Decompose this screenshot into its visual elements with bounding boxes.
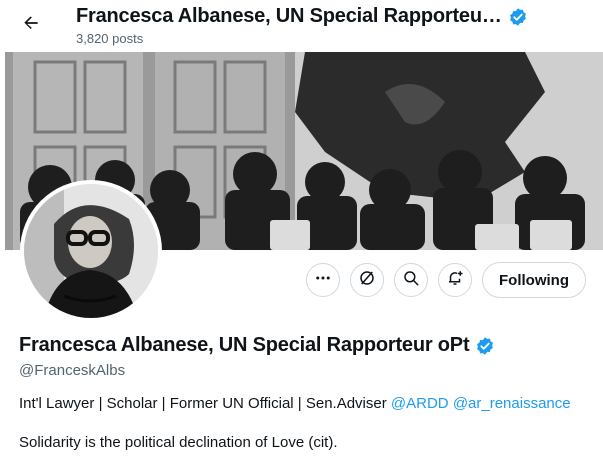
user-handle: @FranceskAlbs — [19, 362, 126, 379]
back-button[interactable] — [14, 8, 48, 42]
bio-text: Int'l Lawyer | Scholar | Former UN Offic… — [19, 395, 387, 412]
display-name: Francesca Albanese, UN Special Rapporteu… — [19, 334, 470, 356]
search-button[interactable] — [394, 263, 428, 297]
grok-button[interactable] — [350, 263, 384, 297]
avatar[interactable] — [20, 180, 162, 322]
post-count: 3,820 posts — [76, 31, 144, 46]
avatar-photo — [24, 184, 158, 318]
profile-header: Francesca Albanese, UN Special Rapporteu… — [0, 0, 603, 52]
more-button[interactable] — [306, 263, 340, 297]
bell-plus-icon — [446, 269, 464, 292]
bio-link-ardd[interactable]: @ARDD — [391, 395, 449, 412]
notifications-button[interactable] — [438, 263, 472, 297]
verified-badge-icon — [508, 7, 528, 27]
profile-actions: Following — [306, 262, 586, 298]
verified-badge-icon[interactable] — [475, 336, 495, 356]
slash-circle-icon — [358, 269, 376, 292]
bio-link-ar-renaissance[interactable]: @ar_renaissance — [453, 395, 571, 412]
more-dots-icon — [314, 269, 332, 292]
bio-line-2: Solidarity is the political declination … — [19, 434, 338, 451]
following-button[interactable]: Following — [482, 262, 586, 298]
arrow-left-icon — [21, 13, 41, 38]
search-icon — [402, 269, 420, 292]
bio-line-1: Int'l Lawyer | Scholar | Former UN Offic… — [19, 395, 571, 412]
header-title: Francesca Albanese, UN Special Rapporteu… — [76, 5, 502, 27]
